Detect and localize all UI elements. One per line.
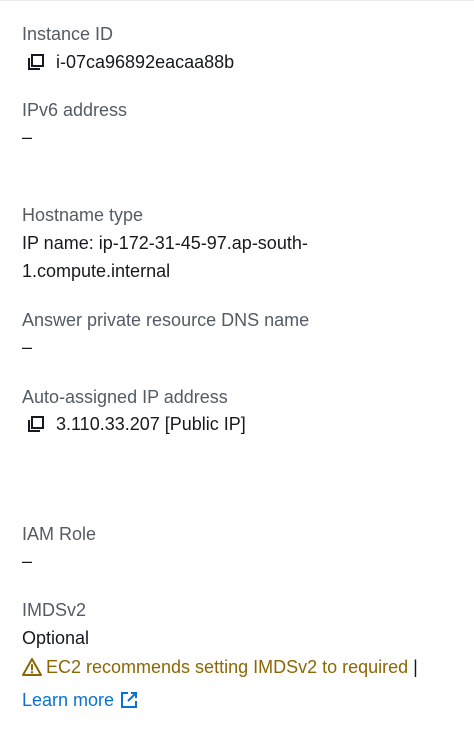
- imdsv2-warning-text: EC2 recommends setting IMDSv2 to require…: [46, 657, 409, 677]
- iam-role-value: –: [22, 551, 33, 571]
- iam-role-label: IAM Role: [22, 524, 97, 544]
- imdsv2-label: IMDSv2: [22, 600, 87, 620]
- copy-icon[interactable]: [26, 414, 46, 434]
- auto-assigned-ip-value: 3.110.33.207 [Public IP]: [56, 414, 246, 434]
- imdsv2-warning: EC2 recommends setting IMDSv2 to require…: [22, 655, 418, 679]
- ipv6-address-value: –: [22, 127, 33, 147]
- warning-icon: [22, 657, 42, 677]
- hostname-type-value-line2: 1.compute.internal: [22, 261, 171, 281]
- copy-icon[interactable]: [26, 52, 46, 72]
- hostname-type-value-line1: IP name: ip-172-31-45-97.ap-south-: [22, 233, 308, 253]
- answer-private-dns-value: –: [22, 337, 33, 357]
- hostname-type-label: Hostname type: [22, 205, 144, 225]
- auto-assigned-ip-row: 3.110.33.207 [Public IP]: [26, 412, 246, 436]
- learn-more-link[interactable]: Learn more: [22, 688, 138, 712]
- instance-id-value: i-07ca96892eacaa88b: [56, 52, 235, 72]
- warning-separator: |: [413, 657, 418, 677]
- answer-private-dns-label: Answer private resource DNS name: [22, 310, 310, 330]
- top-divider: [0, 0, 474, 4]
- instance-id-label: Instance ID: [22, 24, 114, 44]
- external-link-icon: [120, 691, 138, 709]
- learn-more-label: Learn more: [22, 690, 115, 710]
- auto-assigned-ip-label: Auto-assigned IP address: [22, 387, 228, 407]
- instance-id-row: i-07ca96892eacaa88b: [26, 50, 234, 74]
- ipv6-address-label: IPv6 address: [22, 100, 128, 120]
- imdsv2-value: Optional: [22, 628, 90, 648]
